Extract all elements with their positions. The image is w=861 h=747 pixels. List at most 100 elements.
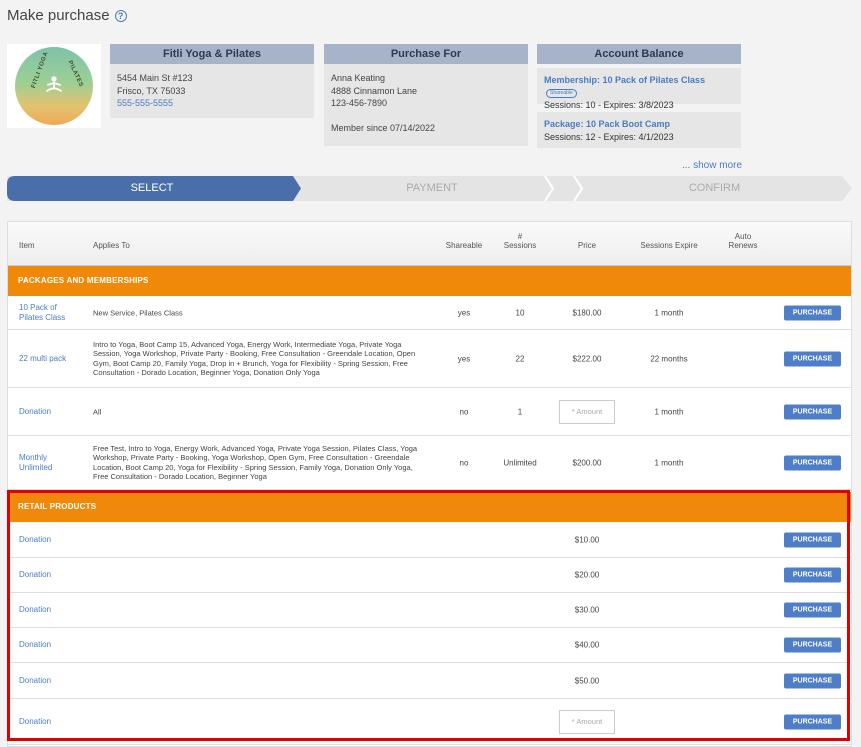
page-title: Make purchase ? xyxy=(7,7,127,24)
show-more-link[interactable]: ... show more xyxy=(682,160,742,171)
checkout-steps: SELECT PAYMENT CONFIRM xyxy=(7,176,852,201)
balance-item-title[interactable]: Membership: 10 Pack of Pilates Class xyxy=(544,75,705,85)
amount-input[interactable]: * Amount xyxy=(559,709,615,734)
business-address-line1: 5454 Main St #123 xyxy=(117,73,193,83)
balance-item-title[interactable]: Package: 10 Pack Boot Camp xyxy=(544,118,734,131)
col-renews: Renews xyxy=(728,241,758,250)
item-link[interactable]: 22 multi pack xyxy=(19,354,81,364)
price-value: $40.00 xyxy=(574,640,600,650)
account-balance-card: Account Balance xyxy=(537,44,741,64)
member-since: Member since 07/14/2022 xyxy=(331,122,436,133)
price-value: $222.00 xyxy=(572,354,602,363)
table-row: Donation $40.00 PURCHASE xyxy=(8,628,851,663)
business-card-header: Fitli Yoga & Pilates xyxy=(110,44,314,64)
section-retail-header: RETAIL PRODUCTS xyxy=(8,492,851,522)
price-value: $180.00 xyxy=(572,308,602,317)
table-row: Donation * Amount PURCHASE xyxy=(8,699,851,745)
business-card: Fitli Yoga & Pilates 5454 Main St #123 F… xyxy=(110,44,314,118)
account-balance-header: Account Balance xyxy=(537,44,741,64)
table-row: 22 multi pack Intro to Yoga, Boot Camp 1… xyxy=(8,330,851,388)
expire-value: 1 month xyxy=(654,407,684,416)
business-card-body: 5454 Main St #123 Frisco, TX 75033 555-5… xyxy=(110,64,314,118)
table-row: Donation $30.00 PURCHASE xyxy=(8,593,851,628)
table-row: Donation $50.00 PURCHASE xyxy=(8,663,851,699)
purchase-for-card: Purchase For Anna Keating 4888 Cinnamon … xyxy=(324,44,528,146)
section-packages-header: PACKAGES AND MEMBERSHIPS xyxy=(8,266,851,296)
amount-input[interactable]: * Amount xyxy=(559,399,615,424)
customer-name: Anna Keating xyxy=(331,73,386,83)
table-row: Donation $10.00 PURCHASE xyxy=(8,522,851,558)
shareable-value: yes xyxy=(457,354,471,363)
expire-value: 1 month xyxy=(654,458,684,467)
col-sessions-hash: # xyxy=(517,232,523,241)
purchase-table: Item Applies To Shareable # Sessions Pri… xyxy=(7,221,852,747)
price-value: $50.00 xyxy=(574,676,600,685)
item-link[interactable]: Donation xyxy=(19,407,81,417)
col-shareable: Shareable xyxy=(445,241,483,250)
table-row: Monthly Unlimited Free Test, Intro to Yo… xyxy=(8,436,851,490)
purchase-button[interactable]: PURCHASE xyxy=(784,637,841,653)
expire-value: 1 month xyxy=(654,308,684,317)
table-row: Donation $20.00 PURCHASE xyxy=(8,558,851,593)
purchase-button[interactable]: PURCHASE xyxy=(784,351,841,366)
sessions-value: 10 xyxy=(515,308,525,317)
logo-text-right: PILATES xyxy=(66,59,84,89)
item-link[interactable]: Donation xyxy=(19,640,81,650)
col-sessions-expire: Sessions Expire xyxy=(640,241,698,250)
shareable-value: no xyxy=(459,458,469,467)
item-link[interactable]: Monthly Unlimited xyxy=(19,453,81,473)
applies-to: Free Test, Intro to Yoga, Energy Work, A… xyxy=(93,443,418,482)
table-row: Donation All no 1 * Amount 1 month PURCH… xyxy=(8,388,851,436)
shareable-badge: Shareable xyxy=(546,88,577,98)
business-address-line2: Frisco, TX 75033 xyxy=(117,85,186,96)
applies-to: All xyxy=(93,406,102,416)
balance-item: Membership: 10 Pack of Pilates Class Shar… xyxy=(537,68,741,110)
step-payment: PAYMENT xyxy=(406,182,458,194)
business-phone-link[interactable]: 555-555-5555 xyxy=(117,97,307,110)
business-logo: FITLI YOGA PILATES xyxy=(7,44,101,128)
purchase-button[interactable]: PURCHASE xyxy=(784,602,841,618)
purchase-for-body: Anna Keating 4888 Cinnamon Lane 123-456-… xyxy=(324,64,528,142)
page-title-text: Make purchase xyxy=(7,7,110,24)
purchase-button[interactable]: PURCHASE xyxy=(784,673,841,688)
price-value: $10.00 xyxy=(574,535,600,544)
sessions-value: 22 xyxy=(515,354,525,363)
meditation-figure-icon xyxy=(46,76,62,92)
purchase-button[interactable]: PURCHASE xyxy=(784,532,841,547)
expire-value: 22 months xyxy=(650,354,688,363)
item-link[interactable]: Donation xyxy=(19,535,81,545)
price-value: $200.00 xyxy=(572,458,602,467)
purchase-button[interactable]: PURCHASE xyxy=(784,455,841,470)
balance-item: Package: 10 Pack Boot Camp Sessions: 12 … xyxy=(537,112,741,148)
item-link[interactable]: 10 Pack of Pilates Class xyxy=(19,303,81,323)
step-select: SELECT xyxy=(130,182,174,194)
sessions-value: Unlimited xyxy=(503,458,537,467)
col-price: Price xyxy=(577,241,597,250)
price-value: $30.00 xyxy=(574,605,600,615)
price-value: $20.00 xyxy=(574,570,600,580)
item-link[interactable]: Donation xyxy=(19,676,81,686)
table-header: Item Applies To Shareable # Sessions Pri… xyxy=(8,222,851,266)
purchase-button[interactable]: PURCHASE xyxy=(784,567,841,583)
applies-to: New Service, Pilates Class xyxy=(93,307,183,317)
item-link[interactable]: Donation xyxy=(19,717,81,727)
item-link[interactable]: Donation xyxy=(19,570,81,580)
balance-item-detail: Sessions: 10 - Expires: 3/8/2023 xyxy=(544,100,674,110)
question-circle-icon[interactable]: ? xyxy=(114,9,127,22)
logo-emblem: FITLI YOGA PILATES xyxy=(15,47,93,125)
balance-item-detail: Sessions: 12 - Expires: 4/1/2023 xyxy=(544,131,674,142)
purchase-button[interactable]: PURCHASE xyxy=(784,305,841,320)
item-link[interactable]: Donation xyxy=(19,605,81,615)
col-auto: Auto xyxy=(734,232,752,241)
purchase-button[interactable]: PURCHASE xyxy=(784,404,841,419)
purchase-for-header: Purchase For xyxy=(324,44,528,64)
customer-street: 4888 Cinnamon Lane xyxy=(331,85,418,96)
table-row: 10 Pack of Pilates Class New Service, Pi… xyxy=(8,296,851,330)
col-sessions: Sessions xyxy=(503,241,537,250)
col-item: Item xyxy=(19,241,35,250)
sessions-value: 1 xyxy=(517,407,523,416)
applies-to: Intro to Yoga, Boot Camp 15, Advanced Yo… xyxy=(93,339,416,378)
col-applies-to: Applies To xyxy=(93,241,130,250)
purchase-button[interactable]: PURCHASE xyxy=(784,714,841,729)
shareable-value: no xyxy=(459,407,469,416)
